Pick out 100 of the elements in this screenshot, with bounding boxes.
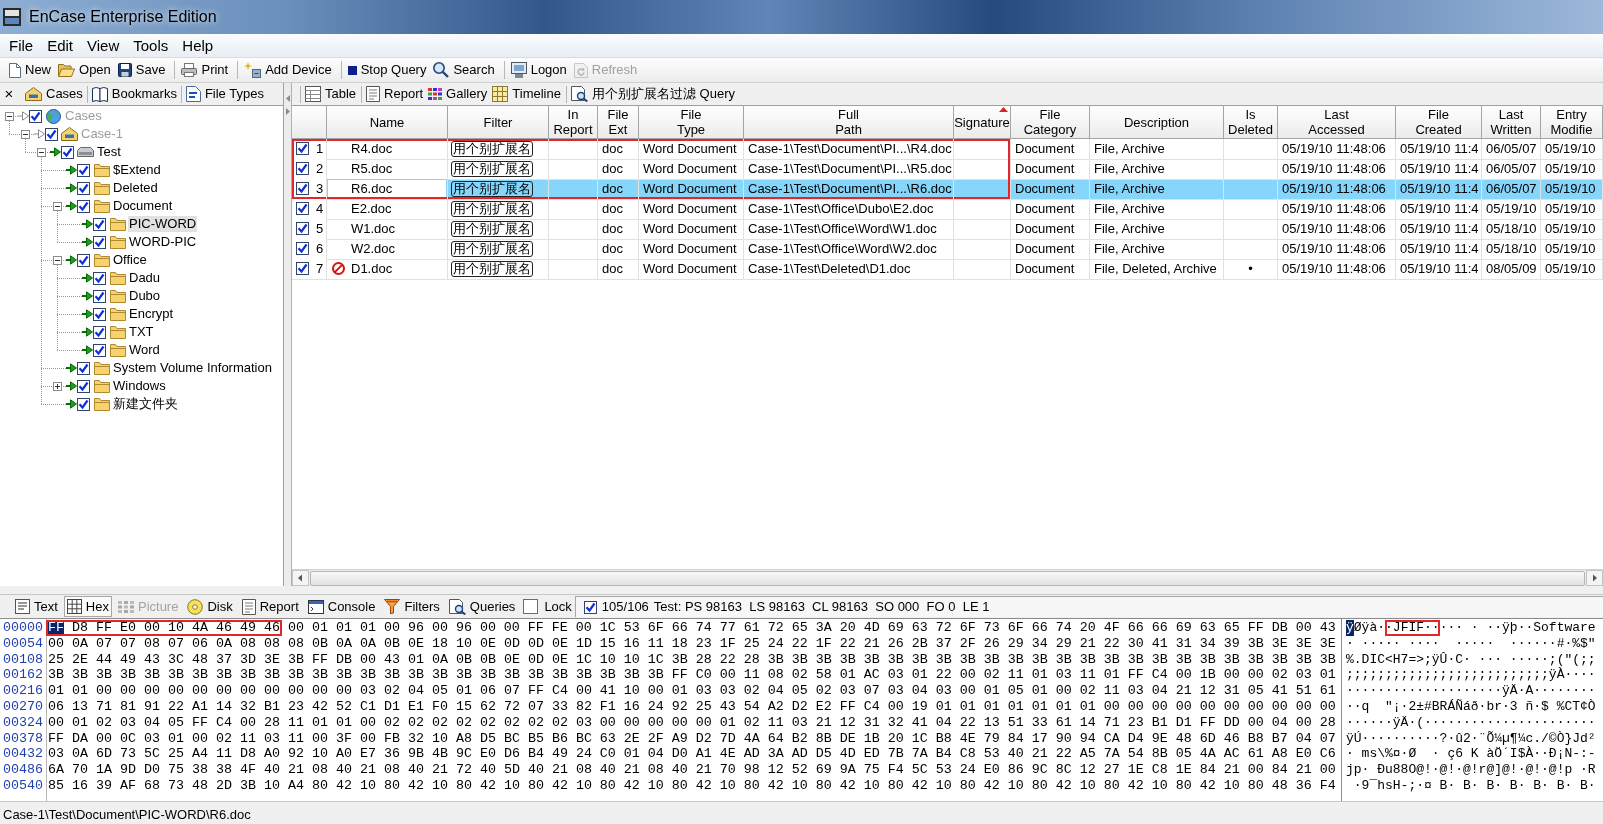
view-tab[interactable]: Hex: [63, 596, 112, 617]
tree-item[interactable]: Word: [128, 342, 161, 358]
column-header[interactable]: Name: [327, 106, 448, 139]
toolbar-button[interactable]: Search: [431, 59, 497, 81]
column-header[interactable]: Last Written: [1482, 106, 1541, 139]
column-header[interactable]: Last Accessed: [1278, 106, 1396, 139]
table-row[interactable]: 5 W1.doc 用个别扩展名 doc Word Document Case-1\Test\Office\Word\W1.doc Document File, Archive 05/19/10 11:48:06 05/19/10 11:4 05/18/10 05/19/10: [292, 219, 1603, 239]
tree-item[interactable]: System Volume Information: [112, 360, 273, 376]
view-tab[interactable]: Table: [305, 84, 357, 104]
tree-item[interactable]: Dadu: [128, 270, 162, 286]
view-tab[interactable]: Report: [238, 596, 302, 617]
minus-box-icon[interactable]: [20, 129, 30, 139]
tree-item[interactable]: Dubo: [128, 288, 162, 304]
checkbox[interactable]: [77, 181, 90, 195]
checkbox[interactable]: [77, 199, 90, 213]
checkbox[interactable]: [77, 163, 90, 177]
column-header[interactable]: Entry Modifie: [1541, 106, 1603, 139]
checkbox[interactable]: [93, 325, 106, 339]
scroll-left-icon[interactable]: [292, 570, 309, 586]
checkbox[interactable]: [296, 162, 309, 176]
view-tab[interactable]: Console: [304, 596, 379, 617]
pane-tab[interactable]: File Types: [182, 84, 267, 104]
tree-item[interactable]: Deleted: [112, 180, 159, 196]
column-header[interactable]: File Category: [1011, 106, 1090, 139]
checkbox-label[interactable]: Lock: [544, 596, 572, 617]
checkbox[interactable]: [93, 289, 106, 303]
view-tab[interactable]: Timeline: [492, 84, 561, 104]
pane-tab[interactable]: Bookmarks: [88, 84, 180, 104]
checkbox[interactable]: [93, 343, 106, 357]
scroll-right-icon[interactable]: [1586, 570, 1603, 586]
checkbox[interactable]: [93, 307, 106, 321]
plus-box-icon[interactable]: [52, 381, 62, 391]
table-row[interactable]: 7 D1.doc 用个别扩展名 doc Word Document Case-1\Test\Deleted\D1.doc Document File, Deleted, Archive • 05/19/10 11:48:06 05/19/10 11:4 08/05/09 05/19/10: [292, 259, 1603, 279]
checkbox[interactable]: [93, 235, 106, 249]
menu-item[interactable]: View: [80, 35, 127, 56]
checkbox[interactable]: [296, 182, 309, 196]
tree-item[interactable]: Encrypt: [128, 306, 175, 322]
pane-tab[interactable]: Cases: [25, 84, 86, 104]
checkbox[interactable]: [523, 599, 539, 614]
checkbox[interactable]: [93, 217, 106, 231]
tree-item[interactable]: Windows: [112, 378, 167, 394]
minus-box-icon[interactable]: [52, 255, 62, 265]
tree-item[interactable]: 新建文件夹: [112, 396, 179, 412]
checkbox[interactable]: [296, 142, 309, 156]
tree-item[interactable]: WORD-PIC: [128, 234, 198, 250]
menu-item[interactable]: Edit: [40, 35, 81, 56]
minus-box-icon[interactable]: [36, 147, 46, 157]
column-header[interactable]: Signature: [954, 106, 1011, 139]
column-header[interactable]: Is Deleted: [1224, 106, 1278, 139]
tree-item[interactable]: $Extend: [112, 162, 162, 178]
tree-item[interactable]: Office: [112, 252, 148, 268]
table-cell-text: File, Archive: [1094, 160, 1165, 178]
checkbox[interactable]: [583, 600, 597, 614]
toolbar-button[interactable]: Print: [179, 59, 231, 81]
table-row[interactable]: 4 E2.doc 用个别扩展名 doc Word Document Case-1\Test\Office\Dubo\E2.doc Document File, Archive 05/19/10 11:48:06 05/19/10 11:4 05/19/10 05/19/10: [292, 199, 1603, 219]
checkbox[interactable]: [77, 361, 90, 375]
checkbox[interactable]: [77, 397, 90, 411]
toolbar-button[interactable]: Add Device: [242, 59, 334, 81]
view-tab[interactable]: Report: [366, 84, 424, 104]
minus-box-icon[interactable]: [4, 111, 14, 121]
tree-item[interactable]: Test: [96, 144, 122, 160]
checkbox[interactable]: [93, 271, 106, 285]
column-header[interactable]: In Report: [549, 106, 598, 139]
menu-item[interactable]: Tools: [126, 35, 176, 56]
column-header[interactable]: File Type: [639, 106, 744, 139]
table-row[interactable]: 2 R5.doc 用个别扩展名 doc Word Document Case-1\Test\Document\PI...\R5.doc Document File, Archive 05/19/10 11:48:06 05/19/10 11:4 06/05/07 05/19/10: [292, 159, 1603, 179]
toolbar-button[interactable]: Save: [115, 59, 168, 81]
checkbox[interactable]: [61, 145, 74, 159]
checkbox[interactable]: [77, 379, 90, 393]
table-row[interactable]: 1 R4.doc 用个别扩展名 doc Word Document Case-1\Test\Document\PI...\R4.doc Document File, Archive 05/19/10 11:48:06 05/19/10 11:4 06/05/07 05/19/10: [292, 139, 1603, 159]
toolbar-button[interactable]: Logon: [508, 59, 569, 81]
checkbox[interactable]: [296, 242, 309, 256]
table-row[interactable]: 3 R6.doc 用个别扩展名 doc Word Document Case-1\Test\Document\PI...\R6.doc Document File, Archive 05/19/10 11:48:06 05/19/10 11:4 06/05/07 05/19/10: [292, 179, 1603, 199]
menu-item[interactable]: Help: [175, 35, 221, 56]
view-tab[interactable]: Filters: [381, 596, 443, 617]
checkbox[interactable]: [296, 262, 309, 276]
toolbar-button[interactable]: Open: [56, 59, 113, 81]
column-header[interactable]: Full Path: [744, 106, 954, 139]
column-header[interactable]: File Ext: [598, 106, 639, 139]
column-header[interactable]: File Created: [1396, 106, 1482, 139]
view-tab[interactable]: Gallery: [428, 84, 488, 104]
menu-item[interactable]: File: [2, 35, 41, 56]
close-button[interactable]: ×: [2, 86, 16, 102]
tree-item[interactable]: PIC-WORD: [128, 216, 198, 232]
tree-item[interactable]: TXT: [128, 324, 155, 340]
column-header[interactable]: Description: [1090, 106, 1224, 139]
toolbar-button[interactable]: Stop Query: [345, 59, 429, 81]
view-tab[interactable]: Text: [12, 596, 61, 617]
view-tab[interactable]: Queries: [445, 596, 519, 617]
table-row[interactable]: 6 W2.doc 用个别扩展名 doc Word Document Case-1\Test\Office\Word\W2.doc Document File, Archive 05/19/10 11:48:06 05/19/10 11:4 05/18/10 05/19/10: [292, 239, 1603, 259]
view-tab[interactable]: Disk: [184, 596, 236, 617]
minus-box-icon[interactable]: [52, 201, 62, 211]
tree-item[interactable]: Document: [112, 198, 174, 214]
table-cell-text: 05/19/10 11:4: [1400, 180, 1479, 198]
toolbar-button[interactable]: New: [7, 59, 53, 81]
view-tab[interactable]: 用个别扩展名过滤 Query: [570, 84, 735, 104]
column-header[interactable]: Filter: [448, 106, 549, 139]
checkbox[interactable]: [296, 222, 309, 236]
checkbox[interactable]: [296, 202, 309, 216]
checkbox[interactable]: [77, 253, 90, 267]
